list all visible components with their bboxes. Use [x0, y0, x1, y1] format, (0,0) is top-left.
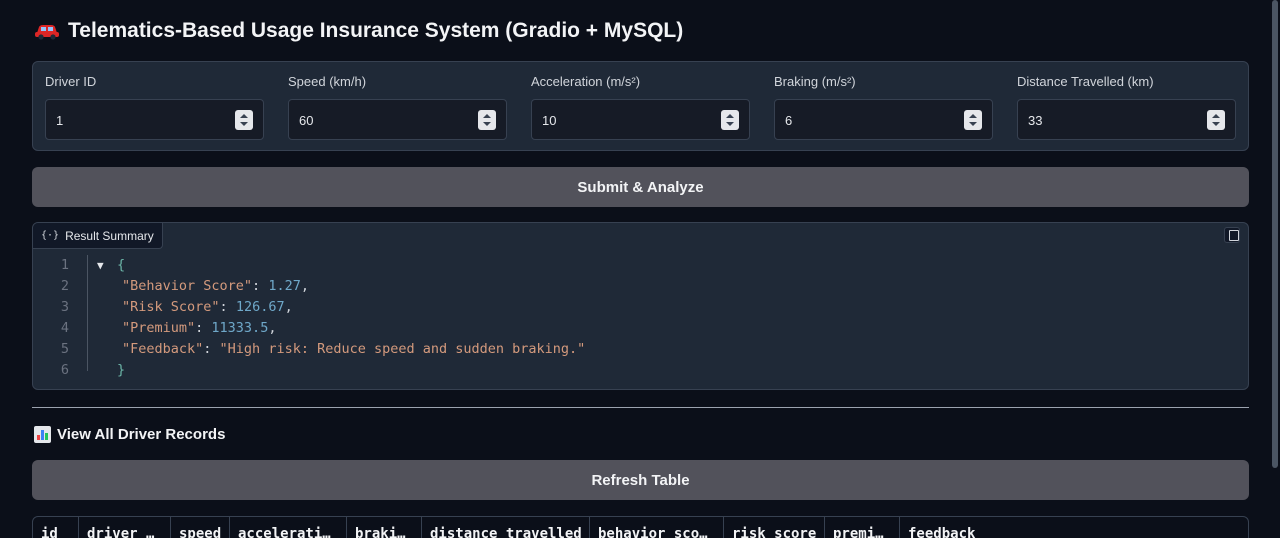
records-title-text: View All Driver Records: [57, 425, 226, 443]
distance-input[interactable]: 33: [1017, 99, 1236, 140]
json-entry: "Behavior Score": 1.27,: [122, 278, 309, 294]
driver-id-field: Driver ID 1: [45, 62, 265, 152]
braking-label: Braking (m/s²): [774, 74, 856, 89]
line-number: 6: [60, 362, 69, 378]
speed-label: Speed (km/h): [288, 74, 367, 89]
json-entry: "Risk Score": 126.67,: [122, 299, 293, 315]
bar-chart-icon: [34, 425, 51, 443]
acceleration-input[interactable]: 10: [531, 99, 750, 140]
close-brace: }: [117, 362, 126, 378]
section-divider: [32, 407, 1249, 408]
scrollbar-thumb[interactable]: [1272, 0, 1278, 468]
records-section-title: View All Driver Records: [34, 424, 225, 444]
column-header[interactable]: braki…: [347, 517, 422, 538]
code-line: 1 ▼ {: [33, 255, 1248, 276]
json-value: 126.67: [235, 299, 285, 315]
result-summary-label-text: Result Summary: [65, 228, 154, 243]
code-line: 6 }: [33, 360, 1248, 381]
distance-value: 33: [1028, 113, 1043, 128]
code-line: 5 "Feedback": "High risk: Reduce speed a…: [33, 339, 1248, 360]
column-header[interactable]: accelerati…: [230, 517, 347, 538]
distance-label: Distance Travelled (km): [1017, 74, 1154, 89]
column-header[interactable]: premi…: [825, 517, 900, 538]
open-brace: {: [117, 257, 126, 273]
speed-field: Speed (km/h) 60: [288, 62, 508, 152]
distance-field: Distance Travelled (km) 33: [1017, 62, 1237, 152]
column-header[interactable]: speed: [171, 517, 230, 538]
line-number: 5: [60, 341, 69, 357]
json-braces-icon: {·}: [41, 230, 60, 241]
speed-input[interactable]: 60: [288, 99, 507, 140]
result-summary-panel: {·} Result Summary 1 ▼ { 2 "Behavior Sco…: [32, 222, 1249, 390]
distance-stepper-icon[interactable]: [1207, 110, 1225, 130]
speed-stepper-icon[interactable]: [478, 110, 496, 130]
braking-stepper-icon[interactable]: [964, 110, 982, 130]
line-number: 2: [60, 278, 69, 294]
braking-value: 6: [785, 113, 793, 128]
table-header-row: id driver_… speed accelerati… braki… dis…: [33, 517, 1248, 538]
json-key: "Risk Score": [122, 299, 220, 315]
driver-inputs-panel: Driver ID 1 Speed (km/h) 60 Acceleration…: [32, 61, 1249, 151]
json-key: "Feedback": [122, 341, 204, 357]
json-entry: "Feedback": "High risk: Reduce speed and…: [122, 341, 586, 357]
line-number: 1: [60, 257, 69, 273]
code-line: 4 "Premium": 11333.5,: [33, 318, 1248, 339]
driver-id-label: Driver ID: [45, 74, 97, 89]
column-header[interactable]: feedback: [900, 517, 1248, 538]
json-key: "Behavior Score": [122, 278, 253, 294]
json-value: 11333.5: [211, 320, 269, 336]
braking-input[interactable]: 6: [774, 99, 993, 140]
car-icon: [34, 21, 60, 41]
fold-toggle-icon[interactable]: ▼: [97, 255, 104, 276]
code-line: 3 "Risk Score": 126.67,: [33, 297, 1248, 318]
code-line: 2 "Behavior Score": 1.27,: [33, 276, 1248, 297]
page-title: Telematics-Based Usage Insurance System …: [34, 16, 683, 46]
json-value: "High risk: Reduce speed and sudden brak…: [219, 341, 586, 357]
acceleration-field: Acceleration (m/s²) 10: [531, 62, 751, 152]
speed-value: 60: [299, 113, 314, 128]
acceleration-stepper-icon[interactable]: [721, 110, 739, 130]
acceleration-value: 10: [542, 113, 557, 128]
driver-id-stepper-icon[interactable]: [235, 110, 253, 130]
json-code-view: 1 ▼ { 2 "Behavior Score": 1.27, 3 "Risk …: [33, 255, 1248, 381]
driver-records-table: id driver_… speed accelerati… braki… dis…: [32, 516, 1249, 538]
line-number: 3: [60, 299, 69, 315]
column-header[interactable]: behavior_sco…: [590, 517, 724, 538]
acceleration-label: Acceleration (m/s²): [531, 74, 641, 89]
driver-id-value: 1: [56, 113, 64, 128]
page-scrollbar[interactable]: [1268, 0, 1280, 538]
line-number: 4: [60, 320, 69, 336]
driver-id-input[interactable]: 1: [45, 99, 264, 140]
result-summary-label: {·} Result Summary: [33, 223, 163, 249]
json-key: "Premium": [122, 320, 196, 336]
column-header[interactable]: risk_score: [724, 517, 825, 538]
column-header[interactable]: driver_…: [79, 517, 171, 538]
json-entry: "Premium": 11333.5,: [122, 320, 277, 336]
copy-icon[interactable]: [1224, 227, 1240, 243]
submit-analyze-button[interactable]: Submit & Analyze: [32, 167, 1249, 207]
braking-field: Braking (m/s²) 6: [774, 62, 994, 152]
column-header[interactable]: distance_travelled: [422, 517, 590, 538]
json-value: 1.27: [268, 278, 301, 294]
page-title-text: Telematics-Based Usage Insurance System …: [68, 19, 684, 42]
column-header[interactable]: id: [33, 517, 79, 538]
refresh-table-button[interactable]: Refresh Table: [32, 460, 1249, 500]
